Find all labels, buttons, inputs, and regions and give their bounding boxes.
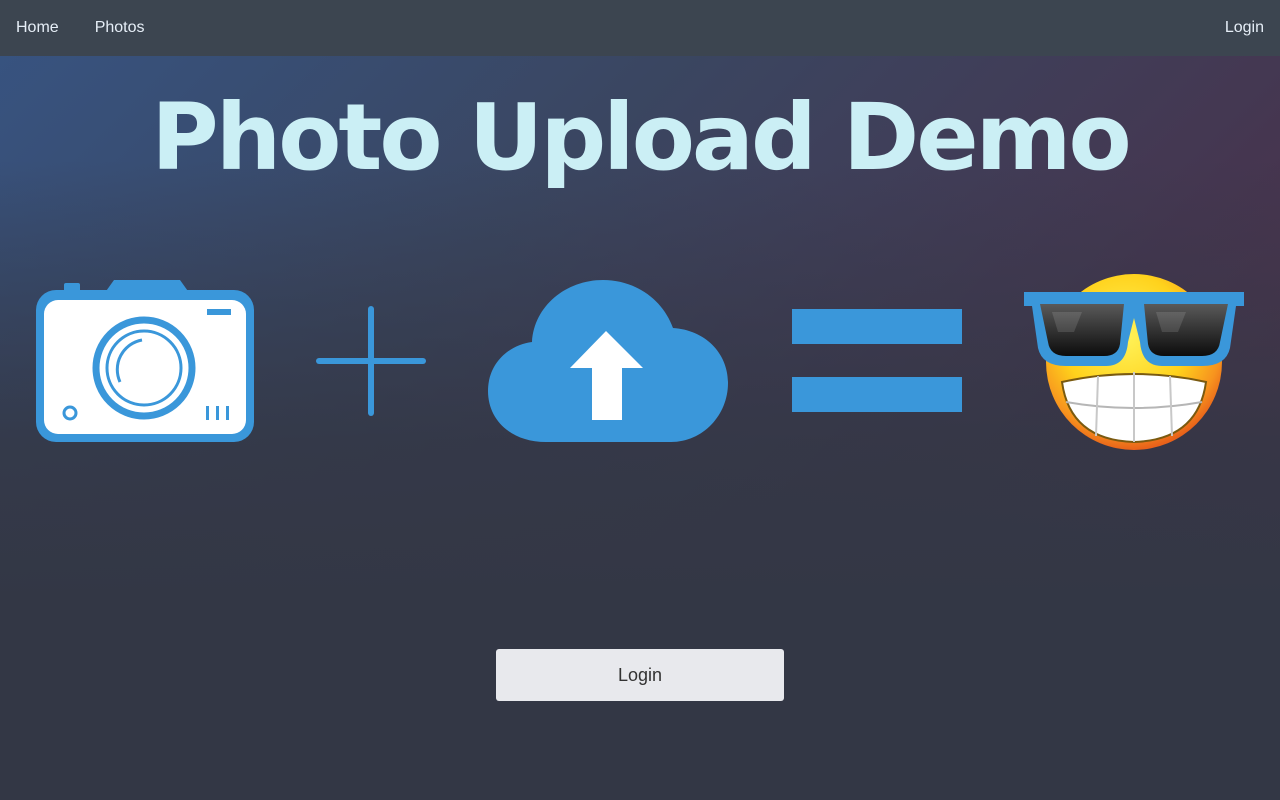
camera-icon xyxy=(36,280,254,442)
cloud-upload-icon xyxy=(488,280,728,442)
equals-icon xyxy=(792,309,962,412)
page-title: Photo Upload Demo xyxy=(151,84,1131,191)
top-navbar: Home Photos Login xyxy=(0,0,1280,56)
nav-home-link[interactable]: Home xyxy=(16,19,59,37)
plus-icon xyxy=(316,306,426,416)
nav-photos-link[interactable]: Photos xyxy=(95,19,145,37)
nav-login-link[interactable]: Login xyxy=(1225,19,1264,37)
login-button[interactable]: Login xyxy=(496,649,784,701)
cool-emoji-icon xyxy=(1024,274,1244,450)
